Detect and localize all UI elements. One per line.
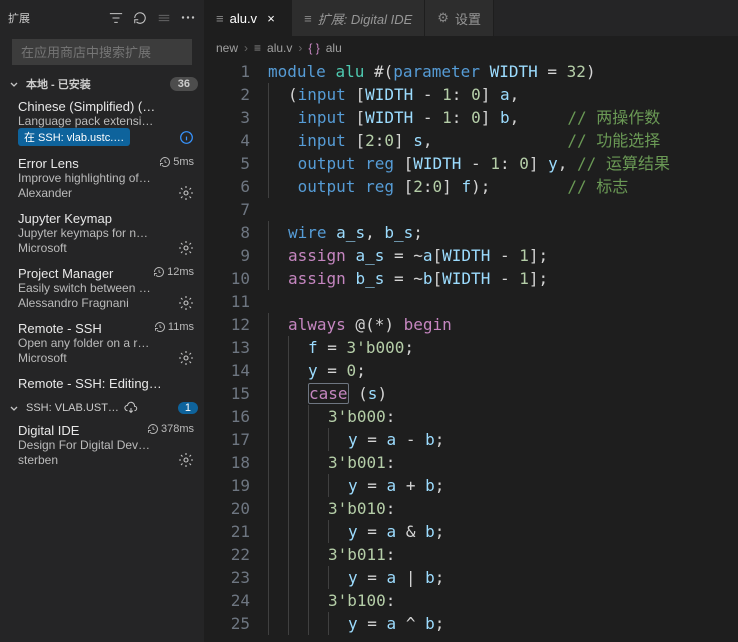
ext-icon: ≡ — [304, 11, 312, 26]
sidebar-header: 扩展 — [0, 0, 204, 35]
tab-label: 扩展: Digital IDE — [318, 9, 413, 28]
ssh-install-badge[interactable]: 在 SSH: vlab.ustc.… — [18, 128, 130, 146]
extension-item[interactable]: 378ms Digital IDE Design For Digital Dev… — [0, 419, 204, 474]
gear-icon[interactable] — [178, 185, 194, 201]
extensions-list: Chinese (Simplified) (… Language pack ex… — [0, 95, 204, 397]
more-icon[interactable] — [180, 10, 196, 26]
line-gutter: 1234567891011121314151617181920212223242… — [204, 60, 268, 642]
code-content[interactable]: module alu #(parameter WIDTH = 32)(input… — [268, 60, 722, 642]
refresh-icon[interactable] — [132, 10, 148, 26]
verilog-icon: ≡ — [216, 11, 224, 26]
extension-author: Alessandro Fragnani — [18, 296, 129, 310]
close-icon[interactable]: × — [263, 10, 279, 26]
section-label: 本地 - 已安装 — [26, 76, 91, 92]
gear-icon[interactable] — [178, 452, 194, 468]
crumb-file[interactable]: alu.v — [267, 41, 292, 55]
tab-bar: ≡ alu.v × ≡ 扩展: Digital IDE ⚙ 设置 — [204, 0, 738, 36]
minimap[interactable] — [722, 60, 738, 642]
verilog-file-icon: ≡ — [254, 41, 261, 55]
tab-label: 设置 — [455, 9, 481, 28]
gear-icon: ⚙ — [437, 10, 449, 26]
extension-item[interactable]: 11ms Remote - SSH Open any folder on a r… — [0, 317, 204, 372]
ssh-section-label: SSH: VLAB.UST… — [26, 402, 119, 414]
gear-icon[interactable] — [178, 350, 194, 366]
chevron-right-icon: › — [298, 41, 302, 55]
code-editor[interactable]: 1234567891011121314151617181920212223242… — [204, 60, 738, 642]
breadcrumb[interactable]: new › ≡ alu.v › { } alu — [204, 36, 738, 60]
search-input[interactable] — [12, 39, 192, 65]
extension-author: sterben — [18, 453, 58, 467]
extension-name: Remote - SSH: Editing… — [18, 376, 194, 391]
tab-扩展: Digital IDE[interactable]: ≡ 扩展: Digital IDE — [292, 0, 425, 36]
chevron-down-icon — [6, 400, 22, 416]
sidebar-title: 扩展 — [8, 10, 100, 26]
extension-item[interactable]: Remote - SSH: Editing… — [0, 372, 204, 397]
tab-alu.v[interactable]: ≡ alu.v × — [204, 0, 292, 36]
section-ssh[interactable]: SSH: VLAB.UST… 1 — [0, 397, 204, 419]
extensions-sidebar: 扩展 本地 - 已安装 36 Chinese (Simplified) (… L… — [0, 0, 204, 642]
extension-desc: Improve highlighting of… — [18, 171, 194, 185]
extension-author: Alexander — [18, 186, 72, 200]
tab-设置[interactable]: ⚙ 设置 — [425, 0, 494, 36]
cloud-download-icon[interactable] — [123, 400, 139, 416]
extension-name: Jupyter Keymap — [18, 211, 194, 226]
editor-area: ≡ alu.v × ≡ 扩展: Digital IDE ⚙ 设置 new › ≡… — [204, 0, 738, 642]
extension-item[interactable]: Jupyter Keymap Jupyter keymaps for n… Mi… — [0, 207, 204, 262]
ssh-count: 1 — [178, 402, 198, 414]
extension-desc: Easily switch between … — [18, 281, 194, 295]
activation-time: 5ms — [159, 156, 194, 168]
activation-time: 12ms — [153, 266, 194, 278]
extension-item[interactable]: 12ms Project Manager Easily switch betwe… — [0, 262, 204, 317]
activation-time: 378ms — [147, 423, 194, 435]
extension-author: Microsoft — [18, 351, 67, 365]
ssh-extensions-list: 378ms Digital IDE Design For Digital Dev… — [0, 419, 204, 474]
info-icon[interactable] — [179, 130, 194, 145]
chevron-right-icon: › — [244, 41, 248, 55]
section-installed[interactable]: 本地 - 已安装 36 — [0, 73, 204, 95]
extension-author: Microsoft — [18, 241, 67, 255]
extension-desc: Design For Digital Dev… — [18, 438, 194, 452]
extension-desc: Open any folder on a r… — [18, 336, 194, 350]
gear-icon[interactable] — [178, 295, 194, 311]
crumb-folder[interactable]: new — [216, 41, 238, 55]
gear-icon[interactable] — [178, 240, 194, 256]
extension-desc: Jupyter keymaps for n… — [18, 226, 194, 240]
extension-item[interactable]: Chinese (Simplified) (… Language pack ex… — [0, 95, 204, 152]
tab-label: alu.v — [230, 11, 257, 26]
extension-item[interactable]: 5ms Error Lens Improve highlighting of… … — [0, 152, 204, 207]
activation-time: 11ms — [154, 321, 194, 333]
clear-icon[interactable] — [156, 10, 172, 26]
extension-desc: Language pack extensi… — [18, 114, 194, 128]
chevron-down-icon — [6, 76, 22, 92]
extension-name: Chinese (Simplified) (… — [18, 99, 194, 114]
braces-icon: { } — [308, 41, 319, 55]
filter-icon[interactable] — [108, 10, 124, 26]
crumb-symbol[interactable]: alu — [326, 41, 342, 55]
section-count: 36 — [170, 77, 198, 91]
